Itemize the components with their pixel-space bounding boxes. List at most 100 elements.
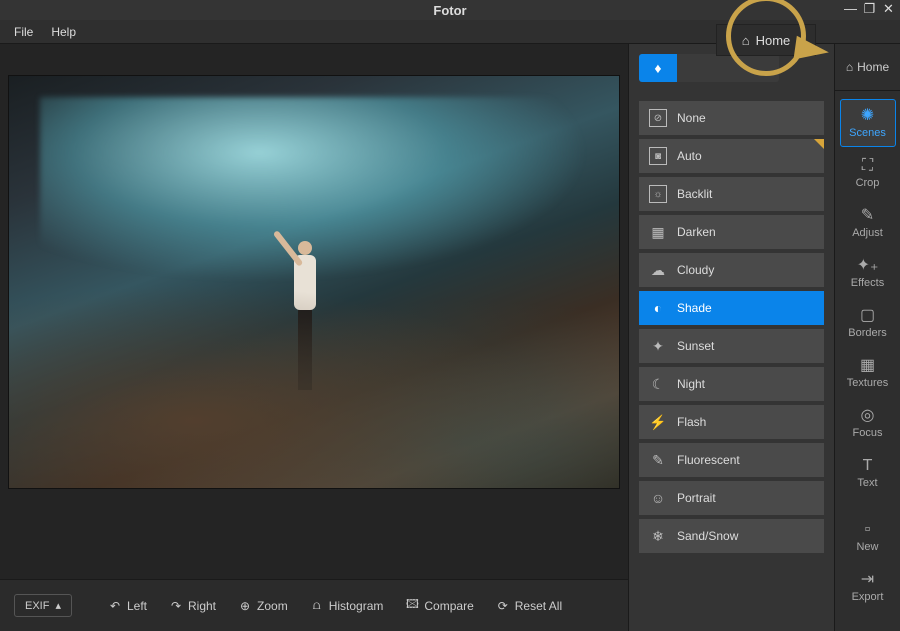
chevron-up-icon: ▴ xyxy=(55,599,61,612)
rail-label: Adjust xyxy=(852,227,883,239)
rotate-left-icon: ↶ xyxy=(108,599,122,613)
scene-item-cloudy[interactable]: ☁ Cloudy xyxy=(639,253,824,287)
zoom-button[interactable]: ⊕ Zoom xyxy=(232,599,294,613)
canvas-area[interactable] xyxy=(0,67,628,579)
rail-item-text[interactable]: TText xyxy=(840,449,896,497)
home-button[interactable]: ⌂ Home xyxy=(835,44,900,91)
scene-item-none[interactable]: ⊘ None xyxy=(639,101,824,135)
borders-icon: ▢ xyxy=(860,308,875,324)
scene-icon: ❄ xyxy=(649,527,667,545)
effects-icon: ✦₊ xyxy=(857,258,879,274)
scene-icon: ☁ xyxy=(649,261,667,279)
minimize-button[interactable]: — xyxy=(843,2,858,16)
rail-item-new[interactable]: ▫ New xyxy=(840,513,896,561)
scene-label: Shade xyxy=(677,301,712,315)
rail-label: Effects xyxy=(851,277,884,289)
rail-label: Crop xyxy=(856,177,880,189)
scene-icon: ◐ xyxy=(649,299,667,317)
rotate-right-button[interactable]: ↷ Right xyxy=(163,599,222,613)
home-icon: ⌂ xyxy=(846,60,853,74)
scene-item-fluorescent[interactable]: ✎ Fluorescent xyxy=(639,443,824,477)
export-icon: ⇥ xyxy=(861,572,874,588)
compare-button[interactable]: 🖾 Compare xyxy=(399,599,479,613)
home-label: Home xyxy=(857,60,889,74)
titlebar: Fotor — ❐ ✕ xyxy=(0,0,900,20)
scene-item-darken[interactable]: ▦ Darken xyxy=(639,215,824,249)
rotate-left-button[interactable]: ↶ Left xyxy=(102,599,153,613)
rail-item-focus[interactable]: ◎Focus xyxy=(840,399,896,447)
scene-icon: ☼ xyxy=(649,185,667,203)
rail-item-adjust[interactable]: ✎ Adjust xyxy=(840,199,896,247)
rotate-left-label: Left xyxy=(127,599,147,613)
scene-label: Night xyxy=(677,377,705,391)
reset-all-label: Reset All xyxy=(515,599,562,613)
zoom-icon: ⊕ xyxy=(238,599,252,613)
scene-item-night[interactable]: ☾Night xyxy=(639,367,824,401)
rail-item-borders[interactable]: ▢ Borders xyxy=(840,299,896,347)
new-icon: ▫ xyxy=(865,522,871,538)
home-popup-label: Home xyxy=(756,33,791,48)
compare-icon: 🖾 xyxy=(405,599,419,613)
scene-label: Auto xyxy=(677,149,702,163)
bottom-toolbar: EXIF ▴ ↶ Left ↷ Right ⊕ Zoom ⩍ Histogram… xyxy=(0,579,628,631)
right-rail: ⌂ Home ✺ Scenes ⛶ Crop ✎ Adjust ✦₊ Effects ▢ Bord… xyxy=(835,44,900,631)
rail-label: Textures xyxy=(847,377,889,389)
app-title: Fotor xyxy=(433,3,466,18)
reset-all-button[interactable]: ⟳ Reset All xyxy=(490,599,568,613)
scene-label: Portrait xyxy=(677,491,716,505)
scene-label: Flash xyxy=(677,415,706,429)
rail-stack: ✺ Scenes ⛶ Crop ✎ Adjust ✦₊ Effects ▢ Borders ▦ Tex… xyxy=(835,91,900,631)
rail-label: Focus xyxy=(853,427,883,439)
rail-label: Scenes xyxy=(849,127,886,139)
scene-label: Sand/Snow xyxy=(677,529,738,543)
scene-label: None xyxy=(677,111,706,125)
scene-label: Darken xyxy=(677,225,716,239)
rail-label: Borders xyxy=(848,327,887,339)
rail-label: New xyxy=(856,541,878,553)
scene-icon: ☺ xyxy=(649,489,667,507)
zoom-label: Zoom xyxy=(257,599,288,613)
scene-icon: ✦ xyxy=(649,337,667,355)
scene-icon: ⊘ xyxy=(649,109,667,127)
scene-item-portrait[interactable]: ☺ Portrait xyxy=(639,481,824,515)
window-controls: — ❐ ✕ xyxy=(843,2,896,16)
scene-item-shade[interactable]: ◐ Shade xyxy=(639,291,824,325)
scene-label: Backlit xyxy=(677,187,712,201)
rotate-right-icon: ↷ xyxy=(169,599,183,613)
close-button[interactable]: ✕ xyxy=(881,2,896,16)
rail-label: Text xyxy=(857,477,877,489)
histogram-icon: ⩍ xyxy=(310,599,324,613)
scene-icon: ▦ xyxy=(649,223,667,241)
scene-label: Cloudy xyxy=(677,263,714,277)
scenes-icon: ✺ xyxy=(861,108,874,124)
scene-item-backlit[interactable]: ☼ Backlit xyxy=(639,177,824,211)
exif-button[interactable]: EXIF ▴ xyxy=(14,594,72,617)
photo-preview[interactable] xyxy=(8,75,620,489)
maximize-button[interactable]: ❐ xyxy=(862,2,877,16)
diamond-icon: ♦ xyxy=(639,54,677,82)
scene-icon: ✎ xyxy=(649,451,667,469)
textures-icon: ▦ xyxy=(860,358,875,374)
scene-label: Fluorescent xyxy=(677,453,740,467)
rail-item-effects[interactable]: ✦₊ Effects xyxy=(840,249,896,297)
scenes-panel: ♦ ⊘ None ◙Auto ☼ Backlit ▦ Darken ☁ Cloudy ◐ Shade… xyxy=(629,44,835,631)
scene-label: Sunset xyxy=(677,339,714,353)
histogram-button[interactable]: ⩍ Histogram xyxy=(304,599,390,613)
rail-item-scenes[interactable]: ✺ Scenes xyxy=(840,99,896,147)
rail-item-textures[interactable]: ▦ Textures xyxy=(840,349,896,397)
scene-list: ⊘ None ◙Auto ☼ Backlit ▦ Darken ☁ Cloudy ◐ Shade ✦ S… xyxy=(629,91,834,631)
annotation-arrow xyxy=(793,36,830,64)
scene-item-flash[interactable]: ⚡Flash xyxy=(639,405,824,439)
scene-item-sand-snow[interactable]: ❄ Sand/Snow xyxy=(639,519,824,553)
scene-item-auto[interactable]: ◙Auto xyxy=(639,139,824,173)
menu-help[interactable]: Help xyxy=(51,25,76,39)
adjust-icon: ✎ xyxy=(861,208,874,224)
scene-item-sunset[interactable]: ✦ Sunset xyxy=(639,329,824,363)
premium-pill[interactable]: ♦ xyxy=(639,54,779,82)
crop-icon: ⛶ xyxy=(862,158,873,174)
menu-file[interactable]: File xyxy=(14,25,33,39)
reset-icon: ⟳ xyxy=(496,599,510,613)
rail-item-crop[interactable]: ⛶ Crop xyxy=(840,149,896,197)
rail-item-export[interactable]: ⇥Export xyxy=(840,563,896,611)
compare-label: Compare xyxy=(424,599,473,613)
